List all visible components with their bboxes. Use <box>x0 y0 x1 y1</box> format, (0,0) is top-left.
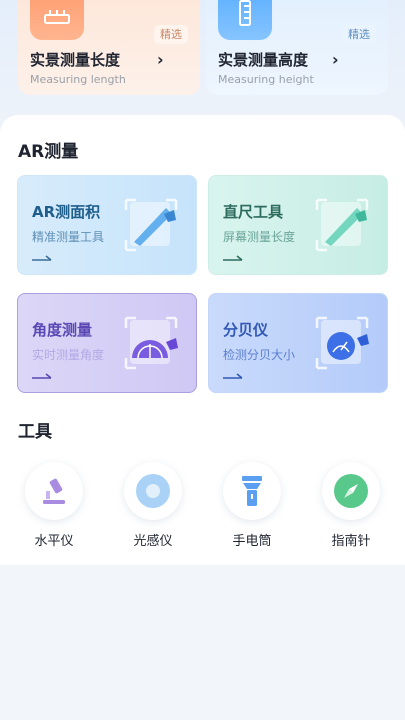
chevron-right-icon: › <box>332 50 339 69</box>
featured-badge: 精选 <box>342 25 376 44</box>
protractor-icon <box>124 316 178 370</box>
feature-title: 实景测量高度 <box>218 51 309 69</box>
ar-card-ruler[interactable]: 直尺工具 屏幕测量长度 <box>208 175 388 275</box>
section-title-tools: 工具 <box>18 422 52 442</box>
card-title: 角度测量 <box>32 321 93 339</box>
ar-card-angle[interactable]: 角度测量 实时测量角度 <box>17 293 197 393</box>
feature-card-measure-height[interactable]: 精选 实景测量高度 › Measuring height <box>206 0 388 95</box>
tool-flashlight[interactable]: 手电筒 <box>217 460 287 555</box>
featured-badge: 精选 <box>154 25 188 44</box>
card-subtitle: 精准测量工具 <box>32 230 105 244</box>
feature-subtitle: Measuring height <box>218 73 314 86</box>
ruler-vertical-icon <box>218 0 272 40</box>
chevron-right-icon: › <box>157 50 164 69</box>
area-measure-icon <box>124 198 178 252</box>
card-subtitle: 实时测量角度 <box>32 348 105 362</box>
card-subtitle: 屏幕测量长度 <box>223 230 296 244</box>
arrow-right-icon <box>32 373 52 379</box>
light-sensor-icon <box>124 462 182 520</box>
tool-label: 手电筒 <box>232 534 272 549</box>
ruler-horizontal-icon <box>30 0 84 40</box>
tool-level[interactable]: 水平仪 <box>19 460 89 555</box>
flashlight-icon <box>223 462 281 520</box>
microscope-level-icon <box>25 462 83 520</box>
decibel-meter-icon <box>315 316 369 370</box>
tool-label: 水平仪 <box>34 534 74 549</box>
card-title: 分贝仪 <box>223 321 269 339</box>
ar-card-area[interactable]: AR测面积 精准测量工具 <box>17 175 197 275</box>
tool-light-sensor[interactable]: 光感仪 <box>118 460 188 555</box>
arrow-right-icon <box>223 373 243 379</box>
card-title: 直尺工具 <box>223 203 284 221</box>
feature-title: 实景测量长度 <box>30 51 121 69</box>
section-title-ar: AR测量 <box>18 142 79 162</box>
tool-label: 指南针 <box>331 534 371 549</box>
tool-label: 光感仪 <box>133 534 173 549</box>
card-title: AR测面积 <box>32 203 101 221</box>
card-subtitle: 检测分贝大小 <box>223 348 296 362</box>
feature-subtitle: Measuring length <box>30 73 126 86</box>
ar-card-decibel[interactable]: 分贝仪 检测分贝大小 <box>208 293 388 393</box>
straight-ruler-icon <box>315 198 369 252</box>
compass-icon <box>322 462 380 520</box>
feature-card-measure-length[interactable]: 精选 实景测量长度 › Measuring length <box>18 0 200 95</box>
tool-compass[interactable]: 指南针 <box>316 460 386 555</box>
arrow-right-icon <box>32 255 52 261</box>
arrow-right-icon <box>223 255 243 261</box>
